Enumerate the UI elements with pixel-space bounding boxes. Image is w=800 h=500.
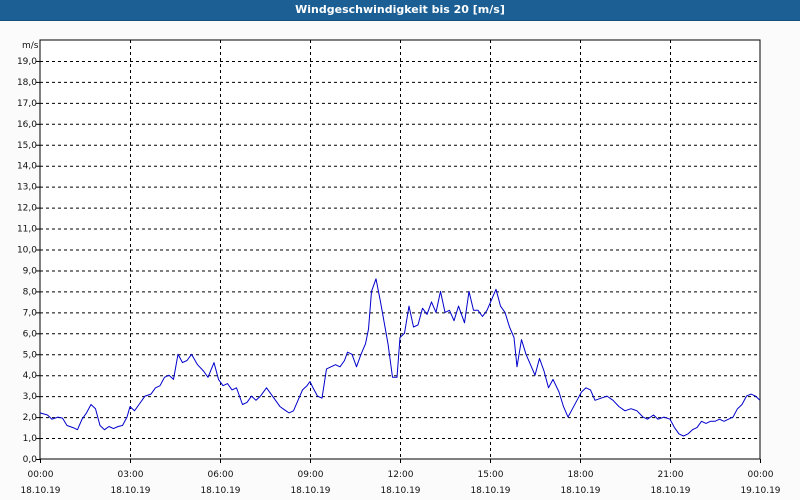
x-tick-label-time: 15:00 (478, 470, 504, 480)
y-tick-label: 16,0 (17, 120, 37, 130)
y-tick-label: 9,0 (23, 266, 38, 276)
x-tick-label-date: 18.10.19 (650, 486, 690, 496)
y-tick-label: 19,0 (17, 57, 37, 67)
x-tick-label-time: 18:00 (568, 470, 594, 480)
x-tick-label-date: 18.10.19 (110, 486, 150, 496)
y-tick-label: 1,0 (23, 434, 38, 444)
y-tick-label: 7,0 (23, 308, 38, 318)
x-tick-label-time: 12:00 (388, 470, 414, 480)
x-tick-label-date: 18.10.19 (20, 486, 60, 496)
x-tick-label-time: 21:00 (658, 470, 684, 480)
y-tick-label: 15,0 (17, 141, 37, 151)
grid (40, 40, 760, 459)
y-tick-label: 18,0 (17, 78, 37, 88)
x-tick-label-date: 18.10.19 (560, 486, 600, 496)
y-axis-unit-label: m/s (22, 41, 39, 51)
x-tick-label-time: 03:00 (118, 470, 144, 480)
y-tick-label: 13,0 (17, 183, 37, 193)
y-tick-label: 12,0 (17, 204, 37, 214)
x-tick-label-date: 18.10.19 (200, 486, 240, 496)
y-tick-label: 3,0 (23, 392, 38, 402)
x-tick-label-date: 18.10.19 (290, 486, 330, 496)
x-tick-label-time: 09:00 (298, 470, 324, 480)
y-tick-label: 10,0 (17, 246, 37, 256)
x-tick-label-time: 00:00 (28, 470, 54, 480)
y-tick-label: 14,0 (17, 162, 37, 172)
y-tick-label: 2,0 (23, 413, 38, 423)
x-tick-label-time: 06:00 (208, 470, 234, 480)
chart-title: Windgeschwindigkeit bis 20 [m/s] (0, 0, 800, 21)
wind-speed-chart: 0,0 1,0 2,0 3,0 4,0 5,0 6,0 7,0 8,0 9,0 10,0 11,0 12… (17, 39, 781, 496)
y-tick-label: 8,0 (23, 287, 38, 297)
y-tick-label: 17,0 (17, 99, 37, 109)
y-tick-label: 4,0 (23, 371, 38, 381)
y-tick-label: 6,0 (23, 329, 38, 339)
x-tick-label-time: 00:00 (748, 470, 774, 480)
y-tick-label: 11,0 (17, 225, 37, 235)
x-tick-label-date: 19.10.19 (740, 486, 780, 496)
x-tick-label-date: 18.10.19 (470, 486, 510, 496)
y-tick-label: 0,0 (23, 455, 38, 465)
x-tick-label-date: 18.10.19 (380, 486, 420, 496)
y-tick-label: 5,0 (23, 350, 38, 360)
